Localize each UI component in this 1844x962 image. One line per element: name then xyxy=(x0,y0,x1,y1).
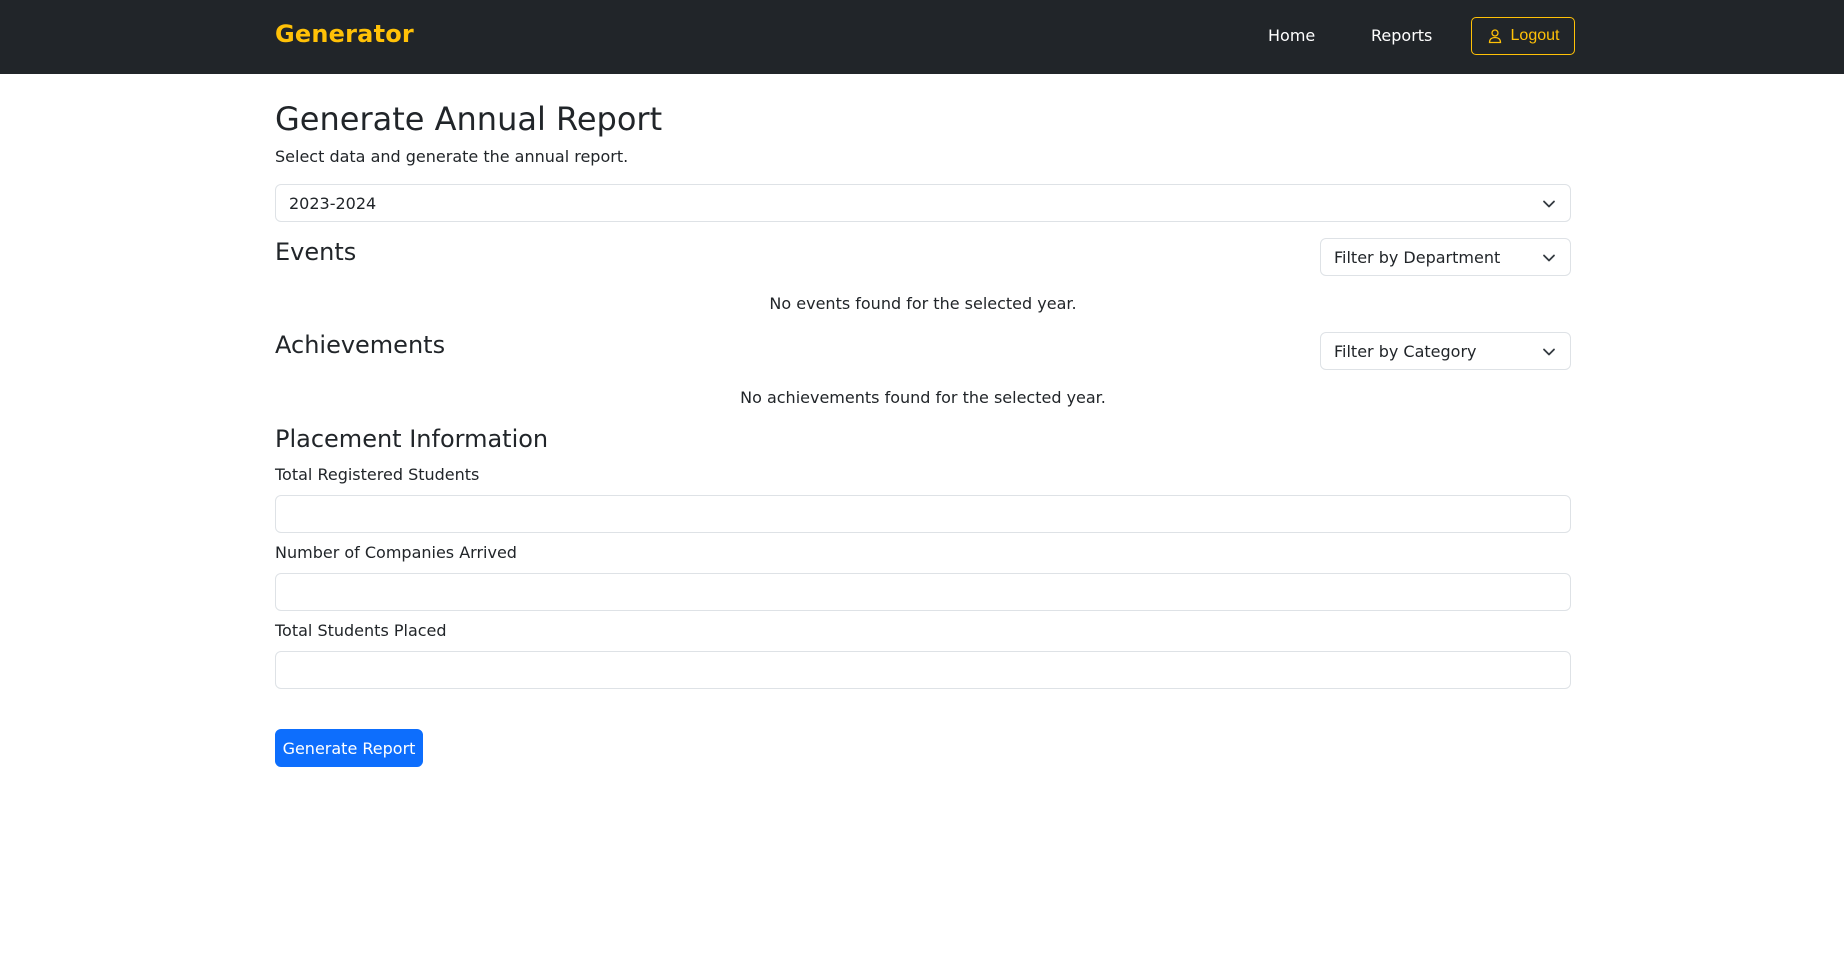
navbar: Generator Home Reports Logout xyxy=(0,0,1844,74)
companies-arrived-input[interactable] xyxy=(275,573,1571,611)
page-title: Generate Annual Report xyxy=(275,100,663,138)
students-placed-label: Total Students Placed xyxy=(275,621,447,640)
logout-label: Logout xyxy=(1510,27,1560,44)
events-heading: Events xyxy=(275,238,357,266)
nav-link-home[interactable]: Home xyxy=(1268,26,1315,45)
logout-button[interactable]: Logout xyxy=(1471,17,1575,55)
department-filter-label: Filter by Department xyxy=(1334,247,1501,267)
registered-students-label: Total Registered Students xyxy=(275,465,480,484)
chevron-down-icon xyxy=(1543,200,1555,208)
category-filter-label: Filter by Category xyxy=(1334,341,1477,361)
nav-link-reports[interactable]: Reports xyxy=(1371,26,1432,45)
year-select-value: 2023-2024 xyxy=(289,193,377,213)
achievements-empty-message: No achievements found for the selected y… xyxy=(740,388,1106,407)
generate-report-button[interactable]: Generate Report xyxy=(275,729,423,767)
registered-students-input[interactable] xyxy=(275,495,1571,533)
category-filter-select[interactable]: Filter by Category xyxy=(1320,332,1571,370)
department-filter-select[interactable]: Filter by Department xyxy=(1320,238,1571,276)
brand-logo[interactable]: Generator xyxy=(275,20,414,48)
chevron-down-icon xyxy=(1543,348,1555,356)
year-select[interactable]: 2023-2024 xyxy=(275,184,1571,222)
achievements-heading: Achievements xyxy=(275,331,446,359)
placement-heading: Placement Information xyxy=(275,425,549,453)
chevron-down-icon xyxy=(1543,254,1555,262)
companies-arrived-label: Number of Companies Arrived xyxy=(275,543,517,562)
events-empty-message: No events found for the selected year. xyxy=(769,294,1077,313)
page-subtitle: Select data and generate the annual repo… xyxy=(275,147,629,166)
user-icon xyxy=(1488,29,1501,44)
students-placed-input[interactable] xyxy=(275,651,1571,689)
